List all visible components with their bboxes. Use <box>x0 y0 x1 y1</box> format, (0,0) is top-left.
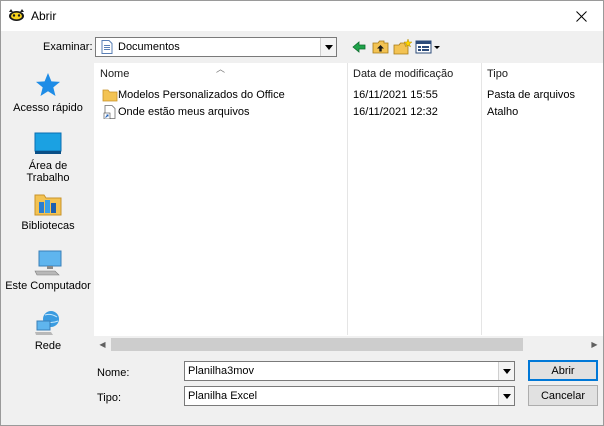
places-bar: Acesso rápido Área de Trabalho Bibliotec… <box>4 63 92 363</box>
desktop-icon <box>34 132 62 154</box>
place-label: Acesso rápido <box>13 102 83 114</box>
place-desktop[interactable]: Área de Trabalho <box>4 131 92 184</box>
filename-input[interactable]: Planilha3mov <box>184 361 515 381</box>
computer-icon <box>34 250 62 276</box>
file-name: Modelos Personalizados do Office <box>118 89 285 101</box>
file-row[interactable]: Modelos Personalizados do Office 16/11/2… <box>94 87 603 104</box>
column-header-date[interactable]: Data de modificação <box>353 68 453 80</box>
documents-icon <box>101 40 113 57</box>
lookin-select[interactable]: Documentos <box>95 37 337 57</box>
place-libraries[interactable]: Bibliotecas <box>4 191 92 232</box>
column-header-name[interactable]: Nome <box>100 68 129 80</box>
filename-label: Nome: <box>97 367 130 379</box>
libraries-folder-icon <box>34 194 62 216</box>
open-button[interactable]: Abrir <box>528 360 598 381</box>
network-icon <box>35 311 59 335</box>
file-date: 16/11/2021 12:32 <box>353 106 438 118</box>
app-logo-icon <box>8 8 25 22</box>
back-arrow-icon[interactable] <box>351 39 371 55</box>
scrollbar-thumb[interactable] <box>111 338 523 351</box>
window-title: Abrir <box>31 9 57 23</box>
file-list[interactable]: ︿ Nome Data de modificação Tipo Modelos … <box>94 63 603 353</box>
place-network[interactable]: Rede <box>4 309 92 352</box>
file-type: Pasta de arquivos <box>487 89 576 101</box>
place-label: Bibliotecas <box>21 220 75 232</box>
filename-value: Planilha3mov <box>188 365 255 377</box>
filetype-select[interactable]: Planilha Excel <box>184 386 515 406</box>
chevron-down-icon <box>502 393 511 399</box>
scroll-left-icon[interactable]: ◀ <box>94 336 111 353</box>
shortcut-icon <box>102 105 118 120</box>
lookin-label: Examinar: <box>43 41 93 53</box>
file-type: Atalho <box>487 106 519 118</box>
view-menu-icon[interactable] <box>415 39 441 55</box>
place-label: Área de Trabalho <box>26 160 70 184</box>
filetype-value: Planilha Excel <box>188 390 258 402</box>
filename-dropdown-button[interactable] <box>498 362 514 380</box>
horizontal-scrollbar[interactable]: ◀ ▶ <box>94 336 603 353</box>
star-icon <box>36 73 60 96</box>
file-row[interactable]: Onde estão meus arquivos 16/11/2021 12:3… <box>94 104 603 121</box>
cancel-button[interactable]: Cancelar <box>528 385 598 406</box>
up-folder-icon[interactable] <box>372 39 392 55</box>
chevron-down-icon <box>502 368 511 374</box>
filetype-dropdown-button[interactable] <box>498 387 514 405</box>
sort-ascending-icon: ︿ <box>216 64 226 74</box>
column-header-type[interactable]: Tipo <box>487 68 508 80</box>
lookin-dropdown-button[interactable] <box>320 38 336 56</box>
lookin-value: Documentos <box>118 41 180 53</box>
place-label: Este Computador <box>5 280 91 292</box>
file-name: Onde estão meus arquivos <box>118 106 250 118</box>
new-folder-icon[interactable] <box>393 38 413 55</box>
folder-icon <box>102 88 118 102</box>
open-file-dialog: Abrir Examinar: Documentos Acesso rápido… <box>0 0 604 426</box>
title-bar[interactable]: Abrir <box>1 1 603 31</box>
filetype-label: Tipo: <box>97 392 122 404</box>
close-button[interactable] <box>559 1 603 31</box>
place-label: Rede <box>34 340 62 352</box>
place-this-pc[interactable]: Este Computador <box>4 249 92 292</box>
chevron-down-icon <box>324 44 333 50</box>
file-date: 16/11/2021 15:55 <box>353 89 438 101</box>
scroll-right-icon[interactable]: ▶ <box>586 336 603 353</box>
close-icon <box>575 10 587 22</box>
place-quick-access[interactable]: Acesso rápido <box>4 71 92 114</box>
